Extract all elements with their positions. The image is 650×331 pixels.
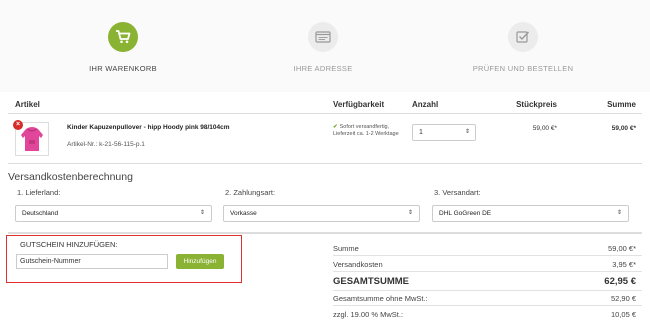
coupon-label: GUTSCHEIN HINZUFÜGEN: [20, 240, 118, 249]
step-cart[interactable]: IHR WARENKORB [23, 22, 223, 73]
divider [333, 290, 642, 291]
cart-icon [108, 22, 138, 52]
payment-label: 2. Zahlungsart: [225, 188, 276, 197]
payment-value: Vorkasse [230, 210, 257, 217]
shipping-method-select[interactable]: DHL GoGreen DE ⇕ [432, 205, 629, 222]
quantity-select[interactable]: 1 ⇕ [412, 124, 476, 141]
divider [8, 113, 642, 114]
add-coupon-button[interactable]: Hinzufügen [176, 254, 224, 269]
divider [8, 163, 642, 164]
net-total-value: 52,90 € [610, 294, 636, 303]
availability-status: ✔ Sofort versandfertig, Lieferzeit ca. 1-… [333, 124, 399, 138]
header-unit-price: Stückpreis [516, 100, 557, 109]
grand-total-label: GESAMTSUMME [333, 276, 409, 287]
net-total-label: Gesamtsumme ohne MwSt.: [333, 294, 428, 303]
remove-item-button[interactable]: × [13, 120, 23, 130]
unit-price: 59,00 €* [532, 125, 557, 132]
step-label: IHRE ADRESSE [293, 64, 353, 73]
subtotal-label: Summe [333, 244, 359, 253]
country-select[interactable]: Deutschland ⇕ [15, 205, 212, 222]
grand-total-value: 62,95 € [604, 276, 636, 287]
shipping-calc-title: Versandkostenberechnung [8, 171, 133, 183]
section-divider [8, 232, 642, 234]
check-icon: ✔ [333, 124, 338, 130]
shipping-cost-label: Versandkosten [333, 260, 383, 269]
step-address[interactable]: IHRE ADRESSE [223, 22, 423, 73]
vat-value: 10,05 € [610, 310, 636, 319]
product-name-link[interactable]: Kinder Kapuzenpullover - hipp Hoody pink… [67, 124, 230, 131]
shipping-method-value: DHL GoGreen DE [439, 210, 492, 217]
shipping-method-label: 3. Versandart: [434, 188, 481, 197]
select-arrows-icon: ⇕ [199, 210, 205, 216]
select-arrows-icon: ⇕ [616, 210, 622, 216]
product-article-number: Artikel-Nr.: k-21-56-115-p.1 [67, 141, 145, 148]
select-arrows-icon: ⇕ [407, 210, 413, 216]
shipping-cost-value: 3,95 €* [612, 260, 636, 269]
header-total: Summe [607, 100, 636, 109]
checkbox-icon [508, 22, 538, 52]
header-article: Artikel [15, 100, 40, 109]
address-card-icon [308, 22, 338, 52]
step-label: IHR WARENKORB [89, 64, 157, 73]
availability-line-1: Sofort versandfertig, [339, 124, 390, 130]
payment-select[interactable]: Vorkasse ⇕ [223, 205, 420, 222]
divider [333, 271, 642, 272]
header-availability: Verfügbarkeit [333, 100, 385, 109]
step-label: PRÜFEN UND BESTELLEN [472, 64, 574, 73]
quantity-value: 1 [419, 129, 423, 136]
coupon-input[interactable]: Gutschein-Nummer [16, 254, 168, 269]
checkout-steps: IHR WARENKORB IHRE ADRESSE PRÜFEN UND BE… [0, 0, 650, 92]
select-arrows-icon: ⇕ [464, 129, 470, 135]
step-review[interactable]: PRÜFEN UND BESTELLEN [423, 22, 623, 73]
item-total: 59,00 €* [611, 125, 636, 132]
divider [333, 255, 642, 256]
divider [333, 305, 642, 306]
subtotal-value: 59,00 €* [608, 244, 636, 253]
header-quantity: Anzahl [412, 100, 439, 109]
vat-label: zzgl. 19.00 % MwSt.: [333, 310, 404, 319]
country-label: 1. Lieferland: [17, 188, 61, 197]
availability-line-2: Lieferzeit ca. 1-2 Werktage [333, 131, 399, 137]
country-value: Deutschland [22, 210, 59, 217]
